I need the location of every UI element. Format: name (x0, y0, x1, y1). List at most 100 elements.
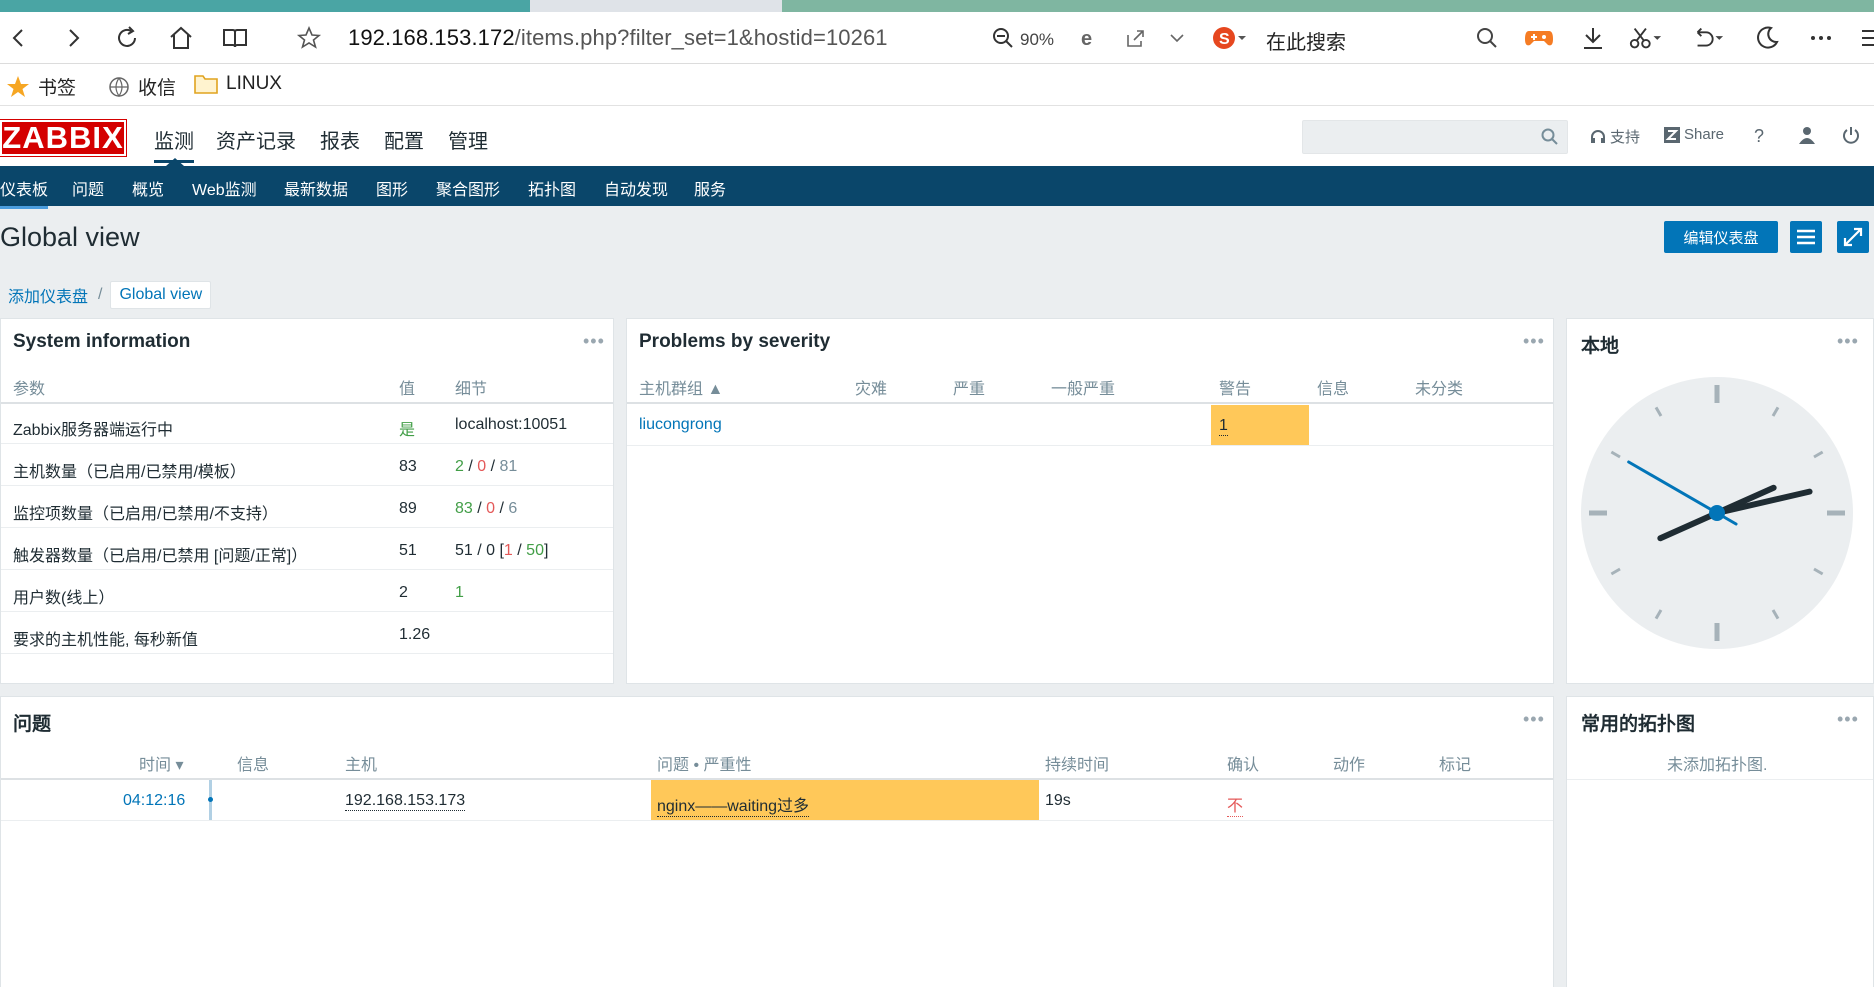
subnav-services[interactable]: 服务 (694, 176, 726, 200)
undo-icon[interactable] (1690, 21, 1724, 55)
table-row: 04:12:16 192.168.153.173 nginx——waiting过… (1, 780, 1553, 820)
active-tab[interactable] (0, 0, 530, 12)
widget-menu-icon[interactable]: ••• (1837, 331, 1859, 352)
subnav-latest-data[interactable]: 最新数据 (284, 176, 348, 200)
menu-icon[interactable] (1852, 21, 1874, 55)
problem-severity-cell[interactable]: nginx——waiting过多 (651, 780, 1039, 820)
widget-menu-icon[interactable]: ••• (1837, 709, 1859, 730)
separator: / (463, 458, 478, 475)
no-maps-message: 未添加拓扑图. (1667, 757, 1768, 774)
star-icon (7, 75, 29, 97)
subnav-overview[interactable]: 概览 (132, 176, 164, 200)
menu-configuration[interactable]: 配置 (384, 125, 424, 154)
browser-tab-strip (0, 0, 1874, 12)
address-bar[interactable]: 192.168.153.172/items.php?filter_set=1&h… (348, 25, 888, 51)
value-cell: 83 (399, 458, 417, 475)
list-icon (1797, 229, 1815, 245)
details-cell: 2 / 0 / 81 (455, 458, 517, 476)
widget-menu-icon[interactable]: ••• (1523, 709, 1545, 730)
night-mode-icon[interactable] (1750, 21, 1784, 55)
breadcrumb-current[interactable]: Global view (110, 281, 212, 309)
forward-icon[interactable] (56, 21, 90, 55)
home-icon[interactable] (164, 21, 198, 55)
share-icon[interactable] (1118, 21, 1152, 55)
col-header-host-group[interactable]: 主机群组 ▲ (639, 375, 723, 399)
col-header-duration: 持续时间 (1045, 757, 1110, 774)
bookmark-linux[interactable]: LINUX (194, 73, 282, 95)
logout-icon[interactable] (1842, 126, 1860, 144)
col-header-problem-severity: 问题 • 严重性 (657, 757, 752, 774)
subnav-graphs[interactable]: 图形 (376, 176, 408, 200)
search-engine-icon[interactable]: S (1212, 21, 1246, 55)
search-icon[interactable] (1541, 128, 1559, 146)
problem-time-link[interactable]: 04:12:16 (123, 792, 185, 810)
ack-link[interactable]: 不 (1227, 792, 1244, 817)
more-icon[interactable] (1804, 21, 1838, 55)
breadcrumb-dashboards[interactable]: 添加仪表盘 (0, 283, 96, 307)
reload-icon[interactable] (110, 21, 144, 55)
menu-reports[interactable]: 报表 (320, 125, 360, 154)
disabled-count: 0 (477, 458, 487, 475)
host-group-link[interactable]: liucongrong (639, 416, 722, 434)
zoom-icon[interactable] (986, 21, 1020, 55)
host-link[interactable]: 192.168.153.173 (345, 792, 466, 811)
menu-inventory[interactable]: 资产记录 (216, 125, 296, 154)
col-header-information: 信息 (1317, 381, 1350, 398)
zabbix-logo[interactable]: ZABBIX (0, 119, 127, 157)
value-cell: 1.26 (399, 626, 431, 643)
user-profile-icon[interactable] (1798, 126, 1816, 144)
fullscreen-button[interactable] (1837, 221, 1869, 253)
details-cell: localhost:10051 (455, 416, 567, 434)
subnav-dashboard[interactable]: 仪表板 (0, 176, 49, 209)
value-cell: 是 (399, 422, 416, 439)
support-link[interactable]: 支持 (1590, 126, 1640, 147)
subnav-discovery[interactable]: 自动发现 (604, 176, 668, 200)
search-icon[interactable] (1470, 21, 1504, 55)
subnav-problems[interactable]: 问题 (72, 176, 104, 200)
subnav-web[interactable]: Web监测 (192, 176, 257, 200)
download-icon[interactable] (1576, 21, 1610, 55)
col-header-time[interactable]: 时间 ▾ (139, 751, 183, 775)
menu-administration[interactable]: 管理 (448, 125, 488, 154)
details-text: 51 / 0 [ (455, 542, 504, 559)
game-icon[interactable] (1522, 21, 1556, 55)
chevron-down-icon[interactable] (1160, 21, 1194, 55)
subnav-maps[interactable]: 拓扑图 (528, 176, 576, 200)
problem-name: nginx——waiting过多 (657, 792, 810, 817)
ie-mode-icon[interactable]: e (1072, 21, 1106, 55)
widget-menu-icon[interactable]: ••• (1523, 331, 1545, 352)
subnav-screens[interactable]: 聚合图形 (436, 176, 500, 200)
system-information-widget: System information ••• 参数 值 细节 Zabbix服务器… (0, 318, 614, 684)
back-icon[interactable] (2, 21, 36, 55)
zabbix-search-input[interactable] (1302, 120, 1568, 154)
separator: / (495, 500, 509, 517)
param-cell: 要求的主机性能, 每秒新值 (13, 632, 198, 649)
svg-text:S: S (1219, 31, 1230, 48)
widget-menu-icon[interactable]: ••• (583, 331, 605, 352)
dashboard-list-button[interactable] (1790, 221, 1822, 253)
value-cell: 51 (399, 542, 417, 559)
bookmark-mail[interactable]: 收信 (108, 73, 176, 100)
edit-dashboard-button[interactable]: 编辑仪表盘 (1664, 221, 1778, 253)
separator: / (486, 458, 500, 475)
bookmark-label: 收信 (138, 78, 177, 99)
col-header-ack: 确认 (1227, 757, 1260, 774)
analog-clock (1581, 377, 1853, 649)
inactive-tabs[interactable] (782, 0, 1874, 12)
star-bookmark-icon[interactable] (292, 21, 326, 55)
col-header-info: 信息 (237, 757, 270, 774)
share-link[interactable]: Share (1664, 126, 1724, 143)
browser-search-input[interactable]: 在此搜索 (1266, 26, 1346, 55)
warning-count: 1 (1219, 417, 1228, 436)
clock-widget: 本地 ••• (1566, 318, 1874, 684)
bookmark-folder[interactable]: 书签 (6, 73, 76, 100)
widget-title: 本地 (1581, 336, 1620, 357)
screenshot-scissors-icon[interactable] (1628, 21, 1662, 55)
warning-cell[interactable]: 1 (1211, 405, 1309, 445)
reading-mode-icon[interactable] (218, 21, 252, 55)
col-header-value: 值 (399, 381, 416, 398)
duration-cell: 19s (1045, 792, 1071, 809)
problem-count: 1 (503, 542, 513, 559)
col-header-host: 主机 (345, 757, 378, 774)
help-icon[interactable]: ? (1754, 126, 1764, 147)
